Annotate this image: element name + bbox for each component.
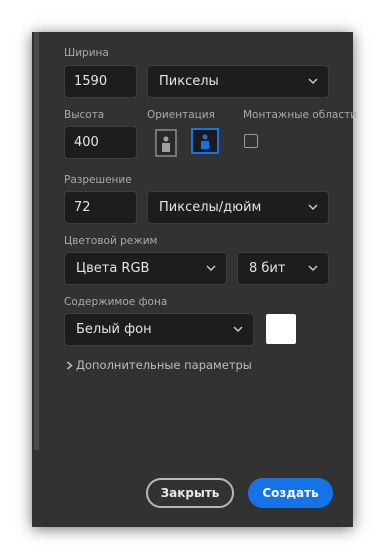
resolution-label: Разрешение: [64, 174, 132, 186]
bit-depth-value: 8 бит: [249, 261, 286, 276]
background-value: Белый фон: [76, 322, 152, 337]
width-unit-dropdown[interactable]: Пикселы: [147, 65, 329, 98]
scrollbar[interactable]: [34, 32, 39, 450]
portrait-orientation-icon[interactable]: [155, 129, 177, 157]
artboards-label: Монтажные области: [243, 109, 358, 121]
create-button[interactable]: Создать: [248, 478, 333, 508]
resolution-unit-dropdown[interactable]: Пикселы/дюйм: [147, 191, 329, 224]
bit-depth-dropdown[interactable]: 8 бит: [237, 252, 329, 285]
color-mode-value: Цвета RGB: [76, 261, 150, 276]
color-mode-dropdown[interactable]: Цвета RGB: [64, 252, 227, 285]
chevron-down-icon: [233, 326, 243, 333]
height-label: Высота: [64, 109, 105, 121]
width-label: Ширина: [64, 47, 109, 59]
width-unit-value: Пикселы: [159, 74, 219, 89]
background-dropdown[interactable]: Белый фон: [64, 313, 254, 346]
chevron-down-icon: [206, 265, 216, 272]
advanced-options-toggle[interactable]: Дополнительные параметры: [66, 358, 252, 372]
background-label: Содержимое фона: [64, 296, 168, 308]
resolution-unit-value: Пикселы/дюйм: [159, 200, 262, 215]
chevron-down-icon: [308, 204, 318, 211]
artboards-checkbox[interactable]: [244, 134, 258, 148]
chevron-right-icon: [67, 361, 73, 370]
orientation-label: Ориентация: [147, 109, 215, 121]
close-button[interactable]: Закрыть: [146, 478, 234, 508]
chevron-down-icon: [308, 265, 318, 272]
chevron-down-icon: [308, 78, 318, 85]
color-mode-label: Цветовой режим: [64, 235, 158, 247]
width-input[interactable]: 1590: [64, 65, 137, 98]
background-color-swatch[interactable]: [266, 314, 296, 344]
resolution-input[interactable]: 72: [64, 191, 137, 224]
landscape-orientation-icon[interactable]: [191, 128, 219, 154]
height-input[interactable]: 400: [64, 126, 137, 159]
advanced-options-label: Дополнительные параметры: [76, 358, 252, 372]
